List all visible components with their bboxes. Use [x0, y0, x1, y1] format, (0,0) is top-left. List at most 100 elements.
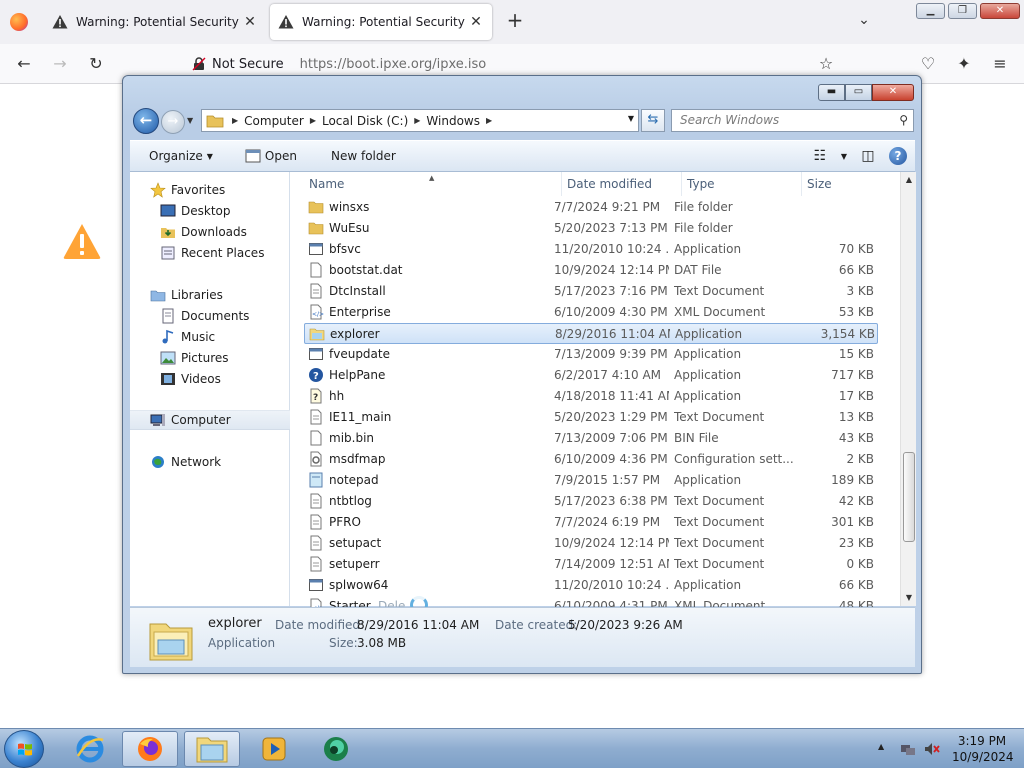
maximize-icon[interactable]: ▭ [845, 84, 872, 101]
pocket-icon[interactable]: ♡ [918, 54, 938, 74]
address-bar[interactable]: ▶ Computer ▶ Local Disk (C:) ▶ Windows ▶… [201, 109, 639, 132]
nav-desktop[interactable]: Desktop [130, 201, 290, 221]
breadcrumb-local-disk[interactable]: Local Disk (C:) [318, 114, 412, 128]
file-row-winsxs[interactable]: winsxs 7/7/2024 9:21 PM File folder [304, 197, 878, 218]
address-dropdown-icon[interactable]: ▼ [628, 114, 634, 123]
hamburger-menu-icon[interactable]: ≡ [990, 54, 1010, 74]
taskbar-windows-explorer[interactable] [184, 731, 240, 767]
close-tab-icon[interactable]: ✕ [468, 14, 484, 30]
close-tab-icon[interactable]: ✕ [242, 14, 258, 30]
extensions-icon[interactable]: ✦ [954, 54, 974, 74]
nav-computer[interactable]: Computer [130, 410, 290, 430]
view-controls: ☷ ▼ ◫ ? [811, 147, 907, 165]
file-row-helppane[interactable]: ? HelpPane 6/2/2017 4:10 AM Application 717 … [304, 365, 878, 386]
file-row-ie11-main[interactable]: IE11_main 5/20/2023 1:29 PM Text Document 1… [304, 407, 878, 428]
back-button-icon[interactable]: ← [133, 108, 159, 134]
nav-favorites[interactable]: Favorites [130, 180, 290, 200]
file-file-icon [310, 262, 322, 278]
bookmark-star-icon[interactable]: ☆ [816, 54, 836, 74]
view-dropdown-icon[interactable]: ▼ [841, 152, 847, 161]
open-button[interactable]: Open [236, 149, 306, 163]
back-arrow-icon[interactable]: ← [14, 54, 34, 74]
volume-muted-icon[interactable] [924, 741, 940, 757]
taskbar-app-green[interactable] [308, 731, 364, 767]
breadcrumb-separator-icon[interactable]: ▶ [230, 116, 240, 125]
breadcrumb-windows[interactable]: Windows [422, 114, 484, 128]
network-tray-icon[interactable] [900, 741, 916, 757]
scrollbar-thumb[interactable] [903, 452, 915, 542]
file-row-bootstat-dat[interactable]: bootstat.dat 10/9/2024 12:14 PM DAT File 66… [304, 260, 878, 281]
explorer-app-icon [149, 623, 193, 661]
clock[interactable]: 3:19 PM 10/9/2024 [952, 733, 1014, 765]
recent-pages-dropdown-icon[interactable]: ▼ [187, 116, 193, 125]
file-row-wuesu[interactable]: WuEsu 5/20/2023 7:13 PM File folder [304, 218, 878, 239]
browser-tab-2-active[interactable]: Warning: Potential Security Risk ✕ [270, 4, 492, 40]
file-row-hh[interactable]: ? hh 4/18/2018 11:41 AM Application 17 KB [304, 386, 878, 407]
minimize-icon[interactable]: ▁ [916, 3, 945, 19]
file-row-setupact[interactable]: setupact 10/9/2024 12:14 PM Text Document 2… [304, 533, 878, 554]
insecure-lock-icon[interactable] [192, 57, 206, 71]
nav-documents[interactable]: Documents [130, 306, 290, 326]
close-window-icon[interactable]: ✕ [980, 3, 1020, 19]
help-icon[interactable]: ? [889, 147, 907, 165]
taskbar-firefox[interactable] [122, 731, 178, 767]
file-row-msdfmap[interactable]: msdfmap 6/10/2009 4:36 PM Configuration se… [304, 449, 878, 470]
vertical-scrollbar[interactable]: ▲ ▼ [900, 172, 916, 606]
restore-icon[interactable]: ❐ [948, 3, 977, 19]
show-hidden-icons[interactable]: ▲ [878, 742, 884, 751]
nav-music[interactable]: Music [130, 327, 290, 347]
reload-icon[interactable]: ↻ [86, 54, 106, 74]
column-header-date[interactable]: Date modified [562, 172, 682, 196]
breadcrumb-separator-icon[interactable]: ▶ [308, 116, 318, 125]
nav-videos[interactable]: Videos [130, 369, 290, 389]
column-header-size[interactable]: Size [802, 172, 892, 196]
new-tab-button[interactable]: + [504, 10, 526, 32]
file-row-notepad[interactable]: notepad 7/9/2015 1:57 PM Application 189 KB [304, 470, 878, 491]
taskbar-internet-explorer[interactable] [62, 731, 118, 767]
firefox-logo-icon[interactable] [10, 13, 28, 31]
file-row-dtcinstall[interactable]: DtcInstall 5/17/2023 7:16 PM Text Document… [304, 281, 878, 302]
url-text[interactable]: https://boot.ipxe.org/ipxe.iso [300, 57, 487, 72]
file-row-pfro[interactable]: PFRO 7/7/2024 6:19 PM Text Document 301 KB [304, 512, 878, 533]
folder-icon [206, 115, 224, 127]
nav-recent-places[interactable]: Recent Places [130, 243, 290, 263]
list-all-tabs-icon[interactable]: ⌄ [854, 12, 874, 32]
file-row-enterprise[interactable]: </> Enterprise 6/10/2009 4:30 PM XML Docume… [304, 302, 878, 323]
details-date-modified-label: Date modified: [275, 618, 365, 632]
breadcrumb-computer[interactable]: Computer [240, 114, 308, 128]
forward-arrow-icon[interactable]: → [50, 54, 70, 74]
start-button[interactable] [4, 730, 44, 768]
nav-pictures[interactable]: Pictures [130, 348, 290, 368]
close-icon[interactable]: ✕ [872, 84, 914, 101]
nav-network[interactable]: Network [130, 452, 290, 472]
refresh-icon[interactable]: ⇆ [641, 109, 665, 132]
new-folder-button[interactable]: New folder [322, 149, 405, 163]
file-row-setuperr[interactable]: setuperr 7/14/2009 12:51 AM Text Document 0… [304, 554, 878, 575]
search-input[interactable]: Search Windows ⚲ [671, 109, 914, 132]
file-row-splwow64[interactable]: splwow64 11/20/2010 10:24 ... Application 6… [304, 575, 878, 596]
nav-libraries[interactable]: Libraries [130, 285, 290, 305]
file-row-mib-bin[interactable]: mib.bin 7/13/2009 7:06 PM BIN File 43 KB [304, 428, 878, 449]
browser-tab-1[interactable]: Warning: Potential Security Risk ✕ [44, 4, 266, 40]
file-list-pane: Name ▲ Date modified Type Size winsxs 7/7… [290, 172, 916, 614]
tab-title: Warning: Potential Security Risk [302, 15, 468, 29]
url-bar[interactable]: Not Secure https://boot.ipxe.org/ipxe.is… [184, 50, 844, 78]
scroll-down-icon[interactable]: ▼ [901, 590, 917, 606]
organize-button[interactable]: Organize ▼ [140, 149, 222, 163]
change-view-icon[interactable]: ☷ [811, 147, 829, 165]
preview-pane-icon[interactable]: ◫ [859, 147, 877, 165]
file-row-fveupdate[interactable]: fveupdate 7/13/2009 9:39 PM Application 15 … [304, 344, 878, 365]
breadcrumb-separator-icon[interactable]: ▶ [412, 116, 422, 125]
nav-downloads[interactable]: Downloads [130, 222, 290, 242]
forward-button-icon[interactable]: → [161, 110, 185, 134]
file-row-explorer[interactable]: explorer 8/29/2016 11:04 AM Application 3,1… [304, 323, 878, 344]
file-row-bfsvc[interactable]: bfsvc 11/20/2010 10:24 ... Application 70 K… [304, 239, 878, 260]
breadcrumb-separator-icon[interactable]: ▶ [484, 116, 494, 125]
file-size: 2 KB [846, 452, 874, 466]
scroll-up-icon[interactable]: ▲ [901, 172, 917, 188]
column-header-type[interactable]: Type [682, 172, 802, 196]
minimize-icon[interactable]: ▬ [818, 84, 845, 101]
taskbar-media-player[interactable] [246, 731, 302, 767]
file-row-ntbtlog[interactable]: ntbtlog 5/17/2023 6:38 PM Text Document 42 … [304, 491, 878, 512]
search-icon[interactable]: ⚲ [899, 110, 908, 131]
